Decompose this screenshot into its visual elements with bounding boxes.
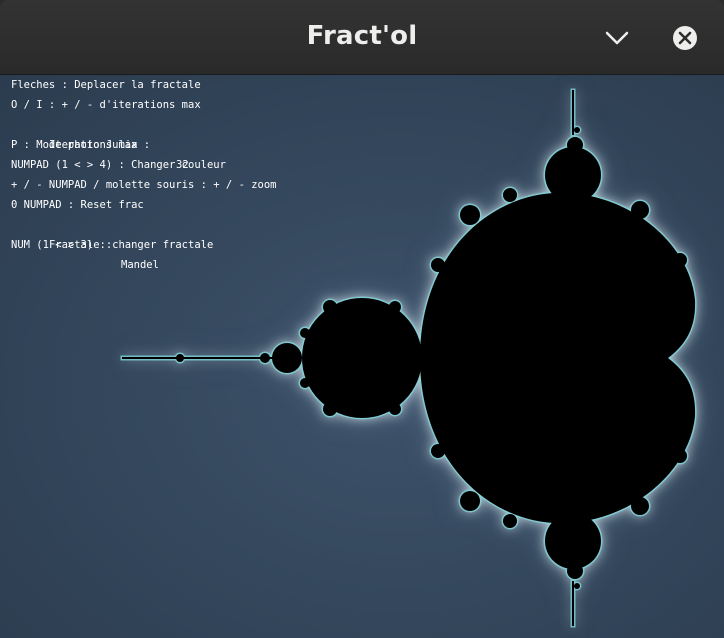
minimize-button[interactable] — [599, 20, 635, 56]
help-fractal-keys: NUM (1 < > 3) : changer fractale — [11, 239, 214, 251]
close-button[interactable] — [667, 20, 703, 56]
help-overlay: Fleches : Deplacer la fractale O / I : +… — [11, 75, 277, 271]
fractal-value: Mandel — [121, 259, 159, 271]
help-reset: 0 NUMPAD : Reset frac — [11, 199, 144, 211]
help-iterations-keys: O / I : + / - d'iterations max — [11, 99, 201, 111]
titlebar[interactable]: Fract'ol — [0, 0, 724, 75]
help-arrows: Fleches : Deplacer la fractale — [11, 79, 201, 91]
iterations-value: 32 — [176, 159, 189, 171]
help-zoom-keys: + / - NUMPAD / molette souris : + / - zo… — [11, 179, 277, 191]
help-fractal: Fractale : Mandel — [11, 215, 277, 271]
help-iterations: Iterations max : 32 — [11, 115, 277, 171]
app-window: Fract'ol Fleches: Deplacer la fractale … — [0, 0, 724, 638]
help-color-keys: NUMPAD (1 < > 4) : Changer couleur — [11, 159, 226, 171]
close-icon — [673, 26, 697, 50]
chevron-down-icon — [605, 31, 629, 45]
